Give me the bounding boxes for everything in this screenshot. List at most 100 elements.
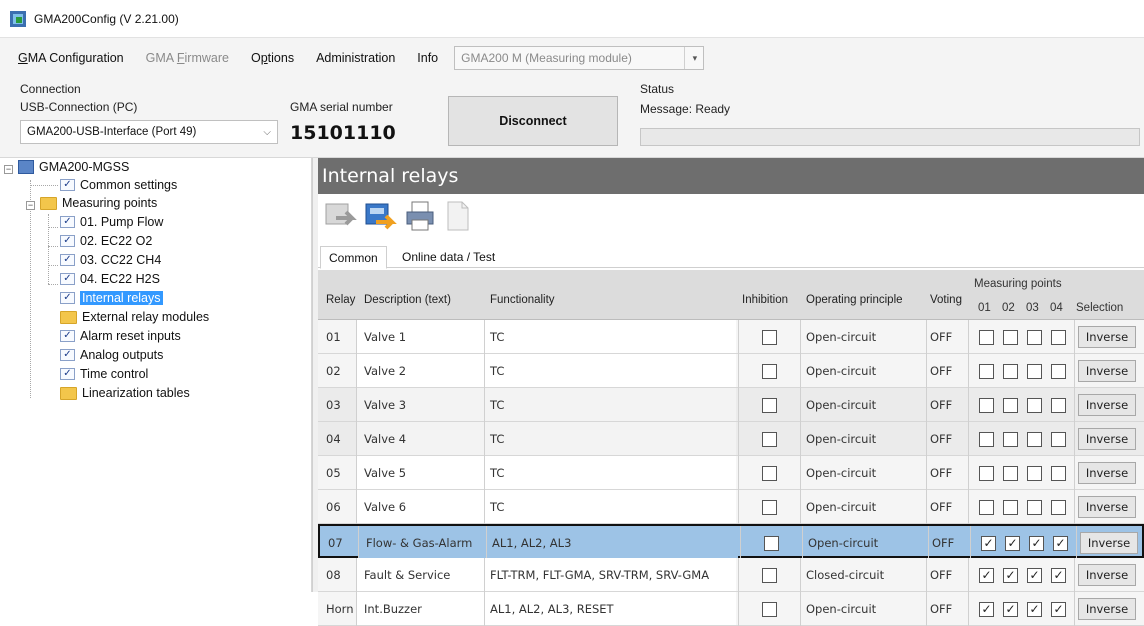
table-row[interactable]: 01 Valve 1 TC Open-circuit OFF Inverse <box>318 320 1144 354</box>
cell-functionality[interactable]: FLT-TRM, FLT-GMA, SRV-TRM, SRV-GMA <box>490 558 709 591</box>
tree-node-mp-04[interactable]: ✓ 04. EC22 H2S <box>60 272 160 286</box>
inhibition-checkbox[interactable] <box>762 500 777 515</box>
mp-01-checkbox[interactable]: ✓ <box>981 536 996 551</box>
inverse-button[interactable]: Inverse <box>1080 532 1138 554</box>
cell-functionality[interactable]: TC <box>490 388 504 421</box>
mp-04-checkbox[interactable]: ✓ <box>1051 568 1066 583</box>
cell-description[interactable]: Valve 3 <box>364 388 406 421</box>
inhibition-checkbox[interactable] <box>762 364 777 379</box>
tree-node-alarm-reset-inputs[interactable]: ✓ Alarm reset inputs <box>60 329 181 343</box>
cell-voting[interactable]: OFF <box>930 490 952 523</box>
inhibition-checkbox[interactable] <box>762 398 777 413</box>
mp-02-checkbox[interactable] <box>1003 398 1018 413</box>
inverse-button[interactable]: Inverse <box>1078 394 1136 416</box>
mp-01-checkbox[interactable] <box>979 466 994 481</box>
menu-options[interactable]: Options <box>251 51 294 65</box>
inverse-button[interactable]: Inverse <box>1078 360 1136 382</box>
table-row[interactable]: 07 Flow- & Gas-Alarm AL1, AL2, AL3 Open-cir… <box>318 524 1144 560</box>
cell-operating-principle[interactable]: Open-circuit <box>806 422 876 455</box>
tab-online-data-test[interactable]: Online data / Test <box>394 246 503 268</box>
table-row[interactable]: 04 Valve 4 TC Open-circuit OFF Inverse <box>318 422 1144 456</box>
mp-02-checkbox[interactable]: ✓ <box>1003 568 1018 583</box>
tab-common[interactable]: Common <box>320 246 387 269</box>
mp-04-checkbox[interactable] <box>1051 398 1066 413</box>
inhibition-checkbox[interactable] <box>762 602 777 617</box>
cell-relay[interactable]: 01 <box>326 320 341 353</box>
mp-02-checkbox[interactable]: ✓ <box>1003 602 1018 617</box>
menu-gma-firmware[interactable]: GMA Firmware <box>146 51 229 65</box>
mp-04-checkbox[interactable] <box>1051 500 1066 515</box>
table-row[interactable]: Horn Int.Buzzer AL1, AL2, AL3, RESET Open-c… <box>318 592 1144 626</box>
mp-02-checkbox[interactable] <box>1003 466 1018 481</box>
module-select[interactable]: GMA200 M (Measuring module) ▾ <box>454 46 705 70</box>
mp-02-checkbox[interactable] <box>1003 432 1018 447</box>
cell-description[interactable]: Flow- & Gas-Alarm <box>366 526 472 559</box>
mp-04-checkbox[interactable]: ✓ <box>1053 536 1068 551</box>
mp-03-checkbox[interactable] <box>1027 432 1042 447</box>
tree-node-linearization-tables[interactable]: Linearization tables <box>60 386 190 400</box>
cell-relay[interactable]: 07 <box>328 526 343 559</box>
cell-functionality[interactable]: AL1, AL2, AL3 <box>492 526 571 559</box>
cell-description[interactable]: Valve 2 <box>364 354 406 387</box>
cell-description[interactable]: Valve 4 <box>364 422 406 455</box>
tree-node-common-settings[interactable]: ✓ Common settings <box>60 178 177 192</box>
cell-voting[interactable]: OFF <box>932 526 954 559</box>
cell-relay[interactable]: 05 <box>326 456 341 489</box>
cell-description[interactable]: Valve 6 <box>364 490 406 523</box>
mp-02-checkbox[interactable] <box>1003 500 1018 515</box>
inverse-button[interactable]: Inverse <box>1078 598 1136 620</box>
cell-voting[interactable]: OFF <box>930 592 952 625</box>
cell-description[interactable]: Int.Buzzer <box>364 592 422 625</box>
save-to-device-icon[interactable] <box>362 198 398 234</box>
cell-relay[interactable]: 02 <box>326 354 341 387</box>
cell-functionality[interactable]: TC <box>490 422 504 455</box>
inverse-button[interactable]: Inverse <box>1078 564 1136 586</box>
tree-node-time-control[interactable]: ✓ Time control <box>60 367 148 381</box>
mp-01-checkbox[interactable] <box>979 500 994 515</box>
menu-info[interactable]: Info <box>417 51 438 65</box>
tree-node-analog-outputs[interactable]: ✓ Analog outputs <box>60 348 163 362</box>
mp-03-checkbox[interactable] <box>1027 398 1042 413</box>
table-row[interactable]: 03 Valve 3 TC Open-circuit OFF Inverse <box>318 388 1144 422</box>
mp-04-checkbox[interactable] <box>1051 364 1066 379</box>
cell-description[interactable]: Fault & Service <box>364 558 450 591</box>
cell-voting[interactable]: OFF <box>930 388 952 421</box>
mp-03-checkbox[interactable]: ✓ <box>1029 536 1044 551</box>
mp-01-checkbox[interactable]: ✓ <box>979 602 994 617</box>
cell-voting[interactable]: OFF <box>930 558 952 591</box>
inverse-button[interactable]: Inverse <box>1078 428 1136 450</box>
table-row[interactable]: 08 Fault & Service FLT-TRM, FLT-GMA, SRV-T… <box>318 558 1144 592</box>
inverse-button[interactable]: Inverse <box>1078 462 1136 484</box>
menu-gma-configuration[interactable]: GMA Configuration <box>18 51 124 65</box>
cell-relay[interactable]: 08 <box>326 558 341 591</box>
cell-voting[interactable]: OFF <box>930 320 952 353</box>
mp-03-checkbox[interactable] <box>1027 330 1042 345</box>
table-row[interactable]: 06 Valve 6 TC Open-circuit OFF Inverse <box>318 490 1144 524</box>
tree-node-mp-01[interactable]: ✓ 01. Pump Flow <box>60 215 163 229</box>
mp-01-checkbox[interactable] <box>979 364 994 379</box>
mp-03-checkbox[interactable] <box>1027 364 1042 379</box>
cell-voting[interactable]: OFF <box>930 456 952 489</box>
tree-node-mp-02[interactable]: ✓ 02. EC22 O2 <box>60 234 152 248</box>
tree-node-external-relay-modules[interactable]: External relay modules <box>60 310 209 324</box>
mp-04-checkbox[interactable] <box>1051 466 1066 481</box>
cell-operating-principle[interactable]: Open-circuit <box>806 388 876 421</box>
cell-functionality[interactable]: TC <box>490 320 504 353</box>
tree-node-measuring-points[interactable]: Measuring points <box>40 196 157 210</box>
mp-02-checkbox[interactable]: ✓ <box>1005 536 1020 551</box>
menu-administration[interactable]: Administration <box>316 51 395 65</box>
print-icon[interactable] <box>402 198 438 234</box>
mp-03-checkbox[interactable] <box>1027 500 1042 515</box>
cell-operating-principle[interactable]: Closed-circuit <box>806 558 884 591</box>
cell-functionality[interactable]: TC <box>490 490 504 523</box>
cell-operating-principle[interactable]: Open-circuit <box>806 592 876 625</box>
mp-02-checkbox[interactable] <box>1003 330 1018 345</box>
mp-03-checkbox[interactable] <box>1027 466 1042 481</box>
tree-node-root[interactable]: GMA200-MGSS <box>18 160 129 174</box>
cell-voting[interactable]: OFF <box>930 422 952 455</box>
mp-01-checkbox[interactable]: ✓ <box>979 568 994 583</box>
tree-node-mp-03[interactable]: ✓ 03. CC22 CH4 <box>60 253 161 267</box>
tree-node-internal-relays[interactable]: ✓ Internal relays <box>60 291 163 305</box>
table-row[interactable]: 02 Valve 2 TC Open-circuit OFF Inverse <box>318 354 1144 388</box>
new-document-icon[interactable] <box>440 198 476 234</box>
